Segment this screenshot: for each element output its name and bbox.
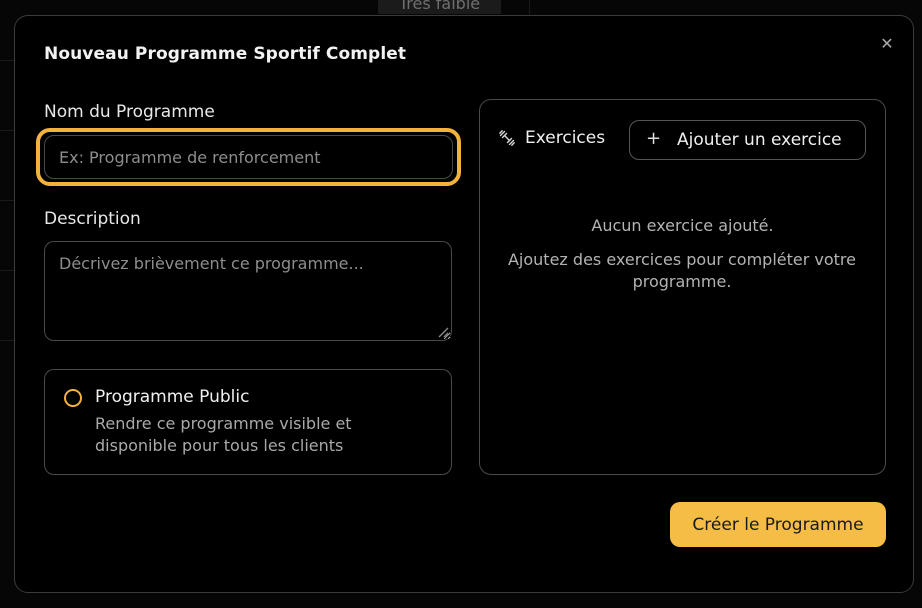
public-program-title: Programme Public	[95, 387, 250, 407]
resize-handle-icon[interactable]	[437, 326, 449, 338]
add-exercise-label: Ajouter un exercice	[677, 130, 842, 150]
background-tab: Très faible	[378, 0, 501, 14]
program-name-label: Nom du Programme	[44, 102, 215, 122]
program-name-input[interactable]	[44, 135, 453, 179]
create-program-button[interactable]: Créer le Programme	[670, 502, 886, 547]
background-divider	[0, 130, 14, 131]
empty-state-title: Aucun exercice ajouté.	[591, 216, 774, 235]
public-program-option[interactable]: Programme Public Rendre ce programme vis…	[44, 369, 452, 475]
add-exercise-button[interactable]: + Ajouter un exercice	[629, 120, 866, 160]
background-divider	[0, 340, 14, 341]
new-program-dialog: ✕ Nouveau Programme Sportif Complet Nom …	[14, 15, 914, 593]
background-divider	[0, 200, 14, 201]
background-divider	[0, 270, 14, 271]
plus-icon: +	[646, 128, 662, 149]
description-label: Description	[44, 209, 141, 229]
public-program-description: Rendre ce programme visible et disponibl…	[95, 414, 352, 455]
public-radio[interactable]	[64, 389, 82, 407]
background-divider	[529, 0, 530, 16]
close-icon[interactable]: ✕	[879, 36, 895, 52]
background-divider	[0, 60, 14, 61]
empty-state-hint: Ajoutez des exercices pour compléter vot…	[507, 250, 856, 291]
exercises-title: Exercices	[525, 128, 606, 148]
dumbbell-icon	[499, 130, 515, 146]
exercises-panel: Exercices + Ajouter un exercice Aucun ex…	[479, 99, 886, 475]
description-textarea[interactable]	[44, 241, 452, 341]
dialog-title: Nouveau Programme Sportif Complet	[44, 44, 407, 64]
